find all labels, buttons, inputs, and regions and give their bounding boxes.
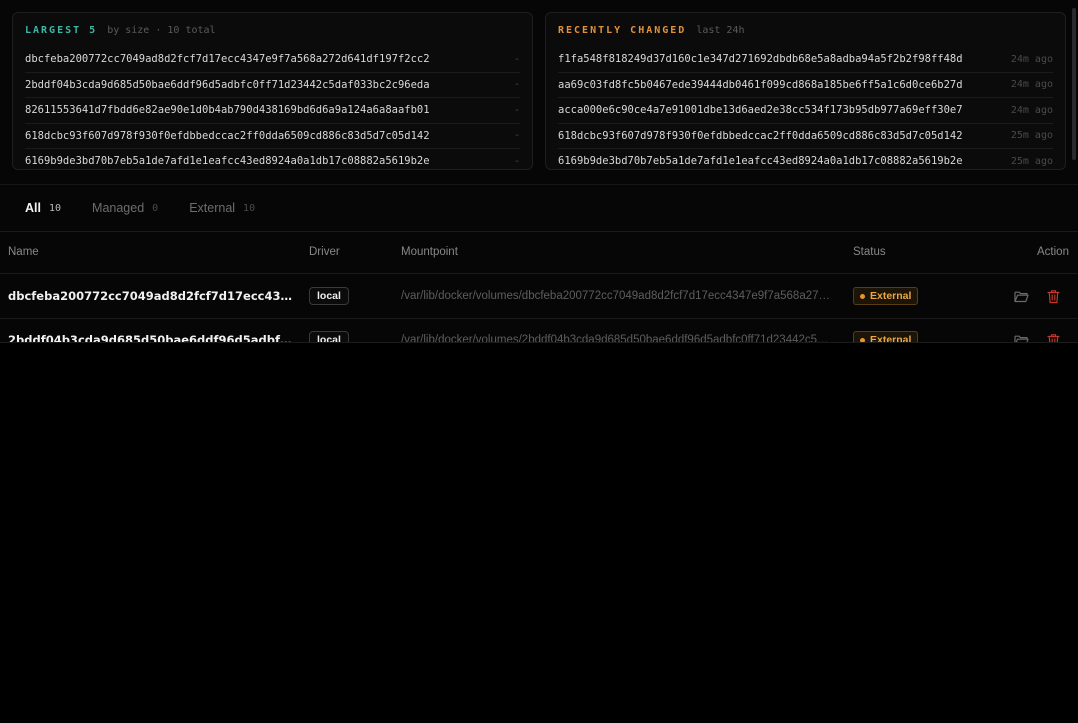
- column-driver[interactable]: Driver: [309, 246, 340, 258]
- recent-panel: RECENTLY CHANGED last 24h f1fa548f818249…: [545, 12, 1066, 170]
- largest-title: LARGEST 5: [25, 24, 98, 36]
- largest-list: dbcfeba200772cc7049ad8d2fcf7d17ecc4347e9…: [13, 47, 532, 174]
- column-status[interactable]: Status: [853, 246, 886, 258]
- largest-item[interactable]: 618dcbc93f607d978f930f0efdbbedccac2ff0dd…: [25, 122, 520, 149]
- tab-external[interactable]: External 10: [189, 201, 255, 215]
- recent-item[interactable]: 618dcbc93f607d978f930f0efdbbedccac2ff0dd…: [558, 122, 1053, 149]
- recent-item-age: 24m ago: [1010, 79, 1053, 91]
- status-label: External: [870, 334, 912, 343]
- status-cell: External: [853, 318, 953, 343]
- recent-item-id: f1fa548f818249d37d160c1e347d271692dbdb68…: [558, 53, 963, 66]
- status-badge: External: [853, 331, 919, 343]
- driver-cell: local: [309, 274, 389, 318]
- column-action: Action: [1037, 246, 1069, 258]
- folder-open-icon[interactable]: [1012, 287, 1030, 305]
- largest-item-id: dbcfeba200772cc7049ad8d2fcf7d17ecc4347e9…: [25, 53, 430, 66]
- recent-header: RECENTLY CHANGED last 24h: [546, 13, 1065, 47]
- largest-panel: LARGEST 5 by size · 10 total dbcfeba2007…: [12, 12, 533, 170]
- mountpoint-cell: /var/lib/docker/volumes/2bddf04b3cda9d68…: [401, 318, 833, 343]
- folder-open-icon[interactable]: [1012, 331, 1030, 342]
- largest-item-size: -: [513, 53, 520, 65]
- volume-name-cell: 2bddf04b3cda9d685d50bae6ddf96d5adbfc0ff7…: [8, 318, 293, 343]
- driver-badge: local: [309, 287, 349, 305]
- recent-subtitle: last 24h: [696, 24, 745, 36]
- tab-count: 10: [243, 202, 256, 214]
- recent-item[interactable]: 6169b9de3bd70b7eb5a1de7afd1e1eafcc43ed89…: [558, 148, 1053, 174]
- status-dot-icon: [860, 293, 865, 299]
- tab-count: 10: [48, 202, 62, 214]
- recent-item-age: 24m ago: [1010, 104, 1053, 116]
- filter-tabs: All 10 Managed 0 External 10: [0, 184, 1078, 232]
- tab-label: External: [189, 201, 236, 215]
- largest-item[interactable]: 6169b9de3bd70b7eb5a1de7afd1e1eafcc43ed89…: [25, 148, 520, 174]
- largest-item-size: -: [513, 104, 520, 116]
- volume-name: dbcfeba200772cc7049ad8d2fcf7d17ecc4347e9…: [8, 289, 293, 303]
- recent-item-id: 618dcbc93f607d978f930f0efdbbedccac2ff0dd…: [558, 129, 963, 142]
- volume-name-cell: dbcfeba200772cc7049ad8d2fcf7d17ecc4347e9…: [8, 274, 293, 318]
- recent-item-id: aa69c03fd8fc5b0467ede39444db0461f099cd86…: [558, 78, 963, 91]
- status-badge: External: [853, 287, 919, 305]
- recent-item[interactable]: aa69c03fd8fc5b0467ede39444db0461f099cd86…: [558, 71, 1053, 98]
- mountpoint-cell: /var/lib/docker/volumes/dbcfeba200772cc7…: [401, 274, 833, 318]
- largest-item-size: -: [513, 79, 520, 91]
- trash-icon[interactable]: [1044, 287, 1062, 305]
- driver-cell: local: [309, 318, 389, 342]
- column-mountpoint[interactable]: Mountpoint: [401, 246, 458, 258]
- tab-all[interactable]: All 10: [25, 201, 61, 215]
- tab-label: Managed: [92, 201, 145, 215]
- status-cell: External: [853, 274, 953, 318]
- recent-item-id: 6169b9de3bd70b7eb5a1de7afd1e1eafcc43ed89…: [558, 155, 963, 168]
- volumes-page: LARGEST 5 by size · 10 total dbcfeba2007…: [0, 0, 1078, 343]
- scrollbar[interactable]: [1072, 8, 1076, 160]
- action-cell: [1012, 274, 1072, 318]
- mountpoint-path: /var/lib/docker/volumes/2bddf04b3cda9d68…: [401, 334, 833, 343]
- recent-item-age: 25m ago: [1010, 130, 1053, 142]
- recent-item-id: acca000e6c90ce4a7e91001dbe13d6aed2e38cc5…: [558, 104, 963, 117]
- volume-name: 2bddf04b3cda9d685d50bae6ddf96d5adbfc0ff7…: [8, 333, 293, 343]
- largest-item-id: 82611553641d7fbdd6e82ae90e1d0b4ab790d438…: [25, 104, 430, 117]
- tab-count: 0: [152, 202, 159, 214]
- driver-badge: local: [309, 331, 349, 342]
- largest-item[interactable]: 2bddf04b3cda9d685d50bae6ddf96d5adbfc0ff7…: [25, 71, 520, 98]
- recent-item-age: 24m ago: [1010, 53, 1053, 65]
- largest-item-id: 6169b9de3bd70b7eb5a1de7afd1e1eafcc43ed89…: [25, 155, 430, 168]
- mountpoint-path: /var/lib/docker/volumes/dbcfeba200772cc7…: [401, 290, 833, 302]
- status-label: External: [870, 290, 912, 302]
- recent-item[interactable]: acca000e6c90ce4a7e91001dbe13d6aed2e38cc5…: [558, 97, 1053, 123]
- table-row[interactable]: 2bddf04b3cda9d685d50bae6ddf96d5adbfc0ff7…: [0, 318, 1078, 343]
- largest-header: LARGEST 5 by size · 10 total: [13, 13, 532, 47]
- action-cell: [1012, 318, 1072, 342]
- tab-label: All: [25, 201, 41, 215]
- recent-list: f1fa548f818249d37d160c1e347d271692dbdb68…: [546, 47, 1065, 174]
- largest-item[interactable]: dbcfeba200772cc7049ad8d2fcf7d17ecc4347e9…: [25, 47, 520, 72]
- recent-item[interactable]: f1fa548f818249d37d160c1e347d271692dbdb68…: [558, 47, 1053, 72]
- largest-item-id: 2bddf04b3cda9d685d50bae6ddf96d5adbfc0ff7…: [25, 78, 430, 91]
- status-dot-icon: [860, 337, 865, 342]
- table-row[interactable]: dbcfeba200772cc7049ad8d2fcf7d17ecc4347e9…: [0, 274, 1078, 319]
- recent-title: RECENTLY CHANGED: [558, 24, 687, 36]
- table-header: Name Driver Mountpoint Status Action: [0, 233, 1078, 274]
- recent-item-age: 25m ago: [1010, 155, 1053, 167]
- largest-item-size: -: [513, 155, 520, 167]
- largest-item-size: -: [513, 130, 520, 142]
- trash-icon[interactable]: [1044, 331, 1062, 342]
- largest-item-id: 618dcbc93f607d978f930f0efdbbedccac2ff0dd…: [25, 129, 430, 142]
- largest-item[interactable]: 82611553641d7fbdd6e82ae90e1d0b4ab790d438…: [25, 97, 520, 123]
- largest-subtitle: by size · 10 total: [107, 24, 216, 36]
- tab-managed[interactable]: Managed 0: [92, 201, 158, 215]
- column-name[interactable]: Name: [8, 246, 39, 258]
